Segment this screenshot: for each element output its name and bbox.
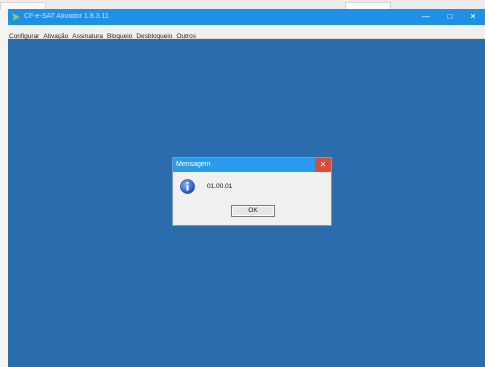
app-logo-icon xyxy=(12,13,20,21)
menu-bloqueio[interactable]: Bloqueio xyxy=(105,30,134,43)
menu-assinatura[interactable]: Assinatura xyxy=(70,30,105,43)
dialog-title: Mensagem xyxy=(176,161,211,168)
maximize-button[interactable]: □ xyxy=(438,9,462,25)
dialog-close-button[interactable]: ✕ xyxy=(315,158,331,172)
close-button[interactable]: ✕ xyxy=(461,9,485,25)
title-bar[interactable]: CF-e-SAT Ativador 1.8.3.11 — □ ✕ xyxy=(8,9,485,25)
window-title: CF-e-SAT Ativador 1.8.3.11 xyxy=(24,13,109,20)
browser-strip xyxy=(0,0,485,10)
menu-outros[interactable]: Outros xyxy=(174,30,198,43)
info-icon xyxy=(180,179,195,194)
message-dialog: Mensagem ✕ 01.00.01 OK xyxy=(172,157,332,226)
minimize-button[interactable]: — xyxy=(414,9,438,25)
menu-bar: Configurar Ativação Assinatura Bloqueio Desb… xyxy=(8,25,485,40)
menu-ativacao[interactable]: Ativação xyxy=(41,30,70,43)
ok-button[interactable]: OK xyxy=(231,205,275,217)
dialog-title-bar[interactable]: Mensagem ✕ xyxy=(173,158,331,172)
menu-desbloqueio[interactable]: Desbloqueio xyxy=(134,30,174,43)
menu-configurar[interactable]: Configurar xyxy=(8,30,41,43)
app-window: CF-e-SAT Ativador 1.8.3.11 — □ ✕ Configu… xyxy=(8,9,485,367)
dialog-message: 01.00.01 xyxy=(207,183,233,190)
